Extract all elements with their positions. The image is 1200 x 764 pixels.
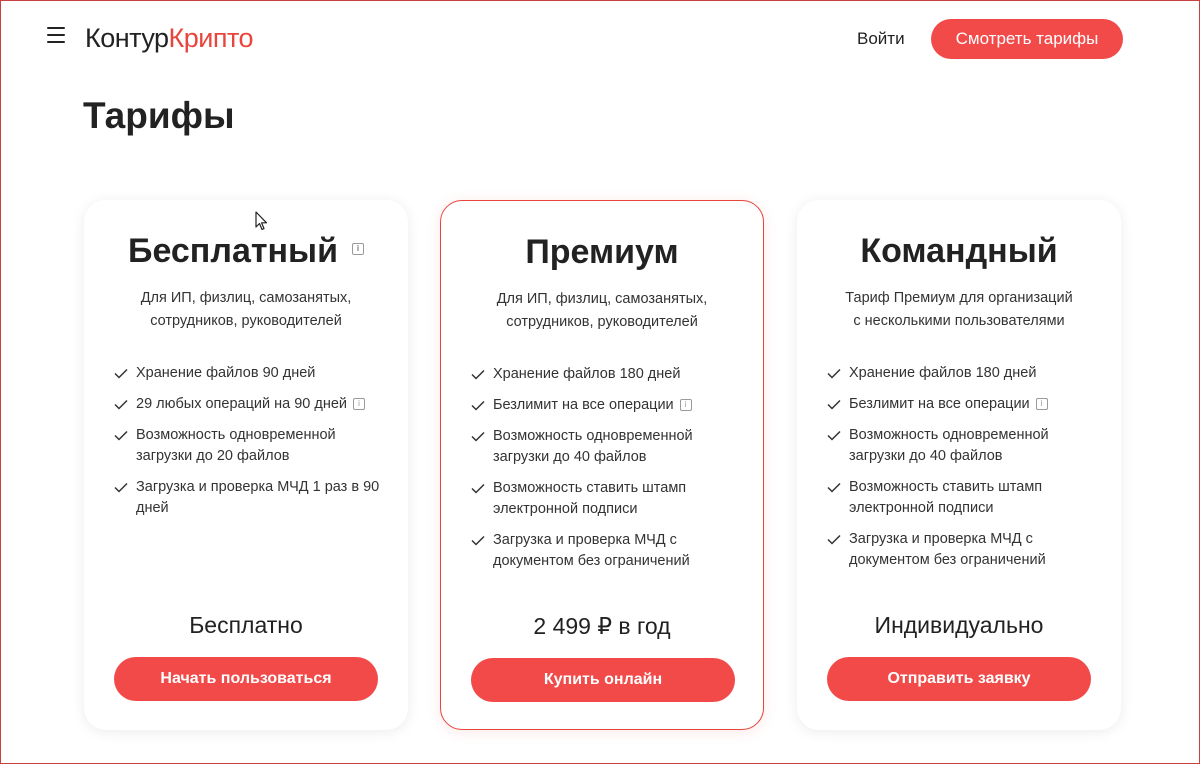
info-icon[interactable]: i <box>1035 398 1048 411</box>
start-using-button[interactable]: Начать пользоваться <box>114 657 378 701</box>
plan-price: Бесплатно <box>189 612 303 638</box>
info-icon[interactable]: i <box>351 243 364 256</box>
feature-text: Безлимит на все операции <box>493 397 674 413</box>
feature-item: Хранение файлов 90 дней <box>114 363 392 384</box>
plan-name: Бесплатный <box>128 232 338 270</box>
plan-price: Индивидуально <box>874 612 1044 638</box>
page-title: Тарифы <box>83 95 235 136</box>
plan-price: 2 499 ₽ в год <box>533 613 671 639</box>
plan-name: Премиум <box>525 233 679 271</box>
feature-list: Хранение файлов 180 дней Безлимит на все… <box>827 363 1105 581</box>
checkmark-icon <box>114 430 128 441</box>
feature-text: Возможность одновременной загрузки до 20… <box>136 427 336 464</box>
checkmark-icon <box>114 482 128 493</box>
logo-text-kripto: Крипто <box>168 23 254 53</box>
plan-title: Бесплатный i <box>84 230 408 272</box>
hamburger-menu-icon[interactable] <box>47 27 65 43</box>
checkmark-icon <box>114 368 128 379</box>
site-header: КонтурКрипто Войти Смотреть тарифы <box>0 0 1200 80</box>
feature-item: Безлимит на все операции i <box>471 395 747 416</box>
feature-item: Хранение файлов 180 дней <box>827 363 1105 384</box>
plan-description: Для ИП, физлиц, самозанятых, сотрудников… <box>461 288 743 334</box>
feature-text: Возможность одновременной загрузки до 40… <box>493 428 693 465</box>
plan-card-free: Бесплатный i Для ИП, физлиц, самозанятых,… <box>84 200 408 730</box>
feature-item: 29 любых операций на 90 дней i <box>114 394 392 415</box>
feature-text: Загрузка и проверка МЧД с документом без… <box>849 531 1046 568</box>
checkmark-icon <box>827 482 841 493</box>
feature-text: Хранение файлов 180 дней <box>493 366 681 382</box>
checkmark-icon <box>114 399 128 410</box>
view-tariffs-button[interactable]: Смотреть тарифы <box>931 19 1123 59</box>
feature-item: Загрузка и проверка МЧД с документом без… <box>471 530 747 572</box>
feature-item: Возможность ставить штамп электронной по… <box>827 477 1105 519</box>
checkmark-icon <box>827 430 841 441</box>
checkmark-icon <box>827 534 841 545</box>
login-link[interactable]: Войти <box>857 29 905 49</box>
feature-text: Возможность ставить штамп электронной по… <box>493 480 687 517</box>
info-icon[interactable]: i <box>679 399 692 412</box>
logo[interactable]: КонтурКрипто <box>85 22 254 54</box>
feature-list: Хранение файлов 180 дней Безлимит на все… <box>471 364 747 582</box>
plan-name: Командный <box>860 232 1058 270</box>
feature-text: Загрузка и проверка МЧД с документом без… <box>493 532 690 569</box>
feature-item: Возможность одновременной загрузки до 20… <box>114 425 392 467</box>
plan-title: Командный <box>797 230 1121 272</box>
feature-text: Загрузка и проверка МЧД 1 раз в 90 дней <box>136 479 380 516</box>
feature-item: Хранение файлов 180 дней <box>471 364 747 385</box>
plan-description-line: сотрудников, руководителей <box>506 314 698 330</box>
feature-list: Хранение файлов 90 дней 29 любых операци… <box>114 363 392 529</box>
plan-description-line: с несколькими пользователями <box>853 313 1065 329</box>
checkmark-icon <box>827 399 841 410</box>
plan-description-line: сотрудников, руководителей <box>150 313 342 329</box>
checkmark-icon <box>827 368 841 379</box>
feature-item: Возможность ставить штамп электронной по… <box>471 478 747 520</box>
plan-description: Тариф Премиум для организаций с нескольк… <box>817 287 1101 333</box>
feature-item: Безлимит на все операции i <box>827 394 1105 415</box>
logo-text-kontur: Контур <box>85 23 169 53</box>
feature-text: Возможность одновременной загрузки до 40… <box>849 427 1049 464</box>
plan-card-team: Командный Тариф Премиум для организаций … <box>797 200 1121 730</box>
plan-description-line: Для ИП, физлиц, самозанятых, <box>496 291 708 307</box>
feature-item: Возможность одновременной загрузки до 40… <box>827 425 1105 467</box>
feature-text: Безлимит на все операции <box>849 396 1030 412</box>
checkmark-icon <box>471 535 485 546</box>
checkmark-icon <box>471 431 485 442</box>
checkmark-icon <box>471 483 485 494</box>
plan-title: Премиум <box>441 231 763 273</box>
mouse-cursor-icon <box>255 211 268 231</box>
feature-text: Возможность ставить штамп электронной по… <box>849 479 1043 516</box>
checkmark-icon <box>471 369 485 380</box>
plan-card-premium: Премиум Для ИП, физлиц, самозанятых, сот… <box>440 200 764 730</box>
feature-item: Загрузка и проверка МЧД с документом без… <box>827 529 1105 571</box>
feature-text: Хранение файлов 180 дней <box>849 365 1037 381</box>
feature-item: Загрузка и проверка МЧД 1 раз в 90 дней <box>114 477 392 519</box>
info-icon[interactable]: i <box>353 398 366 411</box>
plan-description-line: Тариф Премиум для организаций <box>845 290 1073 306</box>
checkmark-icon <box>471 400 485 411</box>
feature-item: Возможность одновременной загрузки до 40… <box>471 426 747 468</box>
plan-description-line: Для ИП, физлиц, самозанятых, <box>140 290 352 306</box>
feature-text: 29 любых операций на 90 дней <box>136 396 348 412</box>
send-request-button[interactable]: Отправить заявку <box>827 657 1091 701</box>
feature-text: Хранение файлов 90 дней <box>136 365 316 381</box>
plan-description: Для ИП, физлиц, самозанятых, сотрудников… <box>104 287 388 333</box>
buy-online-button[interactable]: Купить онлайн <box>471 658 735 702</box>
